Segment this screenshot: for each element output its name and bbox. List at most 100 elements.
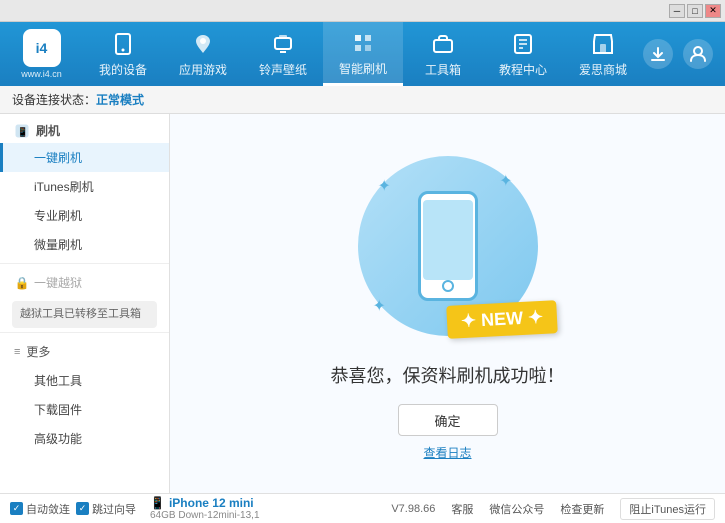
sidebar-divider-2 bbox=[0, 332, 169, 333]
sidebar-item-advanced[interactable]: 高级功能 bbox=[0, 424, 169, 453]
success-title: 恭喜您，保资料刷机成功啦！ bbox=[331, 362, 565, 388]
phone-illustration: ✦ ✦ ✦ ✦ NEW ✦ bbox=[348, 146, 548, 346]
device-model: Down-12mini-13,1 bbox=[178, 510, 259, 521]
sparkle-bl: ✦ bbox=[373, 296, 386, 316]
nav-item-smart-flash[interactable]: 智能刷机 bbox=[323, 22, 403, 86]
maximize-btn[interactable]: □ bbox=[687, 4, 703, 18]
device-info: 📱 iPhone 12 mini 64GB Down-12mini-13,1 bbox=[150, 496, 260, 521]
sidebar-item-download-firmware[interactable]: 下载固件 bbox=[0, 395, 169, 424]
app-logo: i4 www.i4.cn bbox=[0, 29, 83, 79]
phone-nav-icon bbox=[109, 30, 137, 58]
nav-items: 我的设备 应用游戏 铃声壁纸 bbox=[83, 22, 643, 86]
device-name-text: iPhone 12 mini bbox=[169, 496, 254, 510]
bell-nav-icon bbox=[269, 30, 297, 58]
bottom-left: ✓ 自动敛连 ✓ 跳过向导 📱 iPhone 12 mini 64GB Down… bbox=[10, 496, 387, 521]
sidebar-item-other-tools[interactable]: 其他工具 bbox=[0, 366, 169, 395]
close-btn[interactable]: ✕ bbox=[705, 4, 721, 18]
sidebar-item-itunes-flash[interactable]: iTunes刷机 bbox=[0, 172, 169, 201]
sidebar-item-one-key-flash[interactable]: 一键刷机 bbox=[0, 143, 169, 172]
advanced-label: 高级功能 bbox=[34, 432, 82, 446]
itunes-flash-label: iTunes刷机 bbox=[34, 180, 94, 194]
nav-item-mall[interactable]: 爱思商城 bbox=[563, 22, 643, 86]
lock-icon: 🔒 bbox=[14, 275, 30, 291]
nav-label-apps: 应用游戏 bbox=[179, 61, 227, 78]
grid-nav-icon bbox=[189, 30, 217, 58]
svg-text:📱: 📱 bbox=[17, 126, 28, 137]
support-link[interactable]: 客服 bbox=[451, 501, 473, 517]
status-label: 设备连接状态： bbox=[12, 91, 96, 108]
nav-label-mall: 爱思商城 bbox=[579, 61, 627, 78]
new-badge: ✦ NEW ✦ bbox=[447, 300, 559, 339]
nav-item-tutorial[interactable]: 教程中心 bbox=[483, 22, 563, 86]
auto-connect-checkbox[interactable]: ✓ 自动敛连 bbox=[10, 501, 70, 517]
update-link[interactable]: 检查更新 bbox=[560, 501, 604, 517]
top-nav: i4 www.i4.cn 我的设备 应用游戏 bbox=[0, 22, 725, 86]
more-icon: ≡ bbox=[14, 346, 20, 358]
pro-flash-label: 专业刷机 bbox=[34, 209, 82, 223]
sparkle-tl: ✦ bbox=[378, 176, 391, 196]
confirm-button[interactable]: 确定 bbox=[398, 404, 498, 436]
nav-label-tutorial: 教程中心 bbox=[499, 61, 547, 78]
phone-body bbox=[418, 191, 478, 301]
device-phone-icon: 📱 bbox=[150, 496, 165, 510]
status-value: 正常模式 bbox=[96, 91, 144, 108]
bottom-right: V7.98.66 客服 微信公众号 检查更新 阻止iTunes运行 bbox=[391, 498, 715, 520]
nav-label-toolbox: 工具箱 bbox=[425, 61, 461, 78]
nav-item-apps-games[interactable]: 应用游戏 bbox=[163, 22, 243, 86]
jailbreak-notice: 越狱工具已转移至工具箱 bbox=[12, 301, 157, 328]
download-btn[interactable] bbox=[643, 39, 673, 69]
wechat-link[interactable]: 微信公众号 bbox=[489, 501, 544, 517]
device-storage: 64GB bbox=[150, 510, 176, 521]
one-key-flash-label: 一键刷机 bbox=[34, 151, 82, 165]
jailbreak-notice-text: 越狱工具已转移至工具箱 bbox=[20, 308, 141, 320]
main-area: 📱 刷机 一键刷机 iTunes刷机 专业刷机 微量刷机 🔒 一键越狱 越狱工具… bbox=[0, 114, 725, 493]
nav-label-ringtones: 铃声壁纸 bbox=[259, 61, 307, 78]
nav-right-buttons bbox=[643, 39, 725, 69]
sidebar-item-micro-flash[interactable]: 微量刷机 bbox=[0, 230, 169, 259]
flash-section-label: 刷机 bbox=[36, 122, 60, 139]
nav-item-toolbox[interactable]: 工具箱 bbox=[403, 22, 483, 86]
device-name-row: 📱 iPhone 12 mini bbox=[150, 496, 260, 510]
sidebar-jailbreak-section: 🔒 一键越狱 bbox=[0, 268, 169, 297]
bottom-bar: ✓ 自动敛连 ✓ 跳过向导 📱 iPhone 12 mini 64GB Down… bbox=[0, 493, 725, 523]
refresh-nav-icon bbox=[349, 29, 377, 57]
flash-section-icon: 📱 bbox=[14, 123, 30, 139]
nav-item-ringtones[interactable]: 铃声壁纸 bbox=[243, 22, 323, 86]
sparkle-tr: ✦ bbox=[499, 171, 512, 191]
nav-item-my-device[interactable]: 我的设备 bbox=[83, 22, 163, 86]
jailbreak-label: 一键越狱 bbox=[34, 274, 82, 291]
stop-itunes-btn[interactable]: 阻止iTunes运行 bbox=[620, 498, 715, 520]
store-nav-icon bbox=[589, 30, 617, 58]
skip-wizard-checkbox[interactable]: ✓ 跳过向导 bbox=[76, 501, 136, 517]
sidebar: 📱 刷机 一键刷机 iTunes刷机 专业刷机 微量刷机 🔒 一键越狱 越狱工具… bbox=[0, 114, 170, 493]
briefcase-nav-icon bbox=[429, 30, 457, 58]
logo-text: i4 bbox=[36, 40, 48, 56]
success-panel: ✦ ✦ ✦ ✦ NEW ✦ 恭喜您，保资料刷机成功啦！ 确定 查看日志 bbox=[331, 146, 565, 461]
user-btn[interactable] bbox=[683, 39, 713, 69]
logo-icon: i4 bbox=[23, 29, 61, 67]
sidebar-item-pro-flash[interactable]: 专业刷机 bbox=[0, 201, 169, 230]
download-firmware-label: 下载固件 bbox=[34, 403, 82, 417]
book-nav-icon bbox=[509, 30, 537, 58]
auto-connect-label: 自动敛连 bbox=[26, 501, 70, 517]
logo-subtitle: www.i4.cn bbox=[21, 69, 62, 79]
device-meta: 64GB Down-12mini-13,1 bbox=[150, 510, 260, 521]
more-label: 更多 bbox=[26, 343, 50, 360]
sidebar-more-section: ≡ 更多 bbox=[0, 337, 169, 366]
content-area: ✦ ✦ ✦ ✦ NEW ✦ 恭喜您，保资料刷机成功啦！ 确定 查看日志 bbox=[170, 114, 725, 493]
title-bar: ─ □ ✕ bbox=[0, 0, 725, 22]
sidebar-section-flash: 📱 刷机 bbox=[0, 114, 169, 143]
version-text: V7.98.66 bbox=[391, 503, 435, 515]
phone-screen bbox=[423, 200, 473, 280]
nav-label-my-device: 我的设备 bbox=[99, 61, 147, 78]
skip-wizard-check-icon: ✓ bbox=[76, 502, 89, 515]
phone-home-btn bbox=[442, 280, 454, 292]
other-tools-label: 其他工具 bbox=[34, 374, 82, 388]
skip-wizard-label: 跳过向导 bbox=[92, 501, 136, 517]
view-log-link[interactable]: 查看日志 bbox=[423, 444, 471, 461]
sidebar-divider-1 bbox=[0, 263, 169, 264]
auto-connect-check-icon: ✓ bbox=[10, 502, 23, 515]
micro-flash-label: 微量刷机 bbox=[34, 238, 82, 252]
minimize-btn[interactable]: ─ bbox=[669, 4, 685, 18]
nav-label-smart-flash: 智能刷机 bbox=[339, 60, 387, 77]
